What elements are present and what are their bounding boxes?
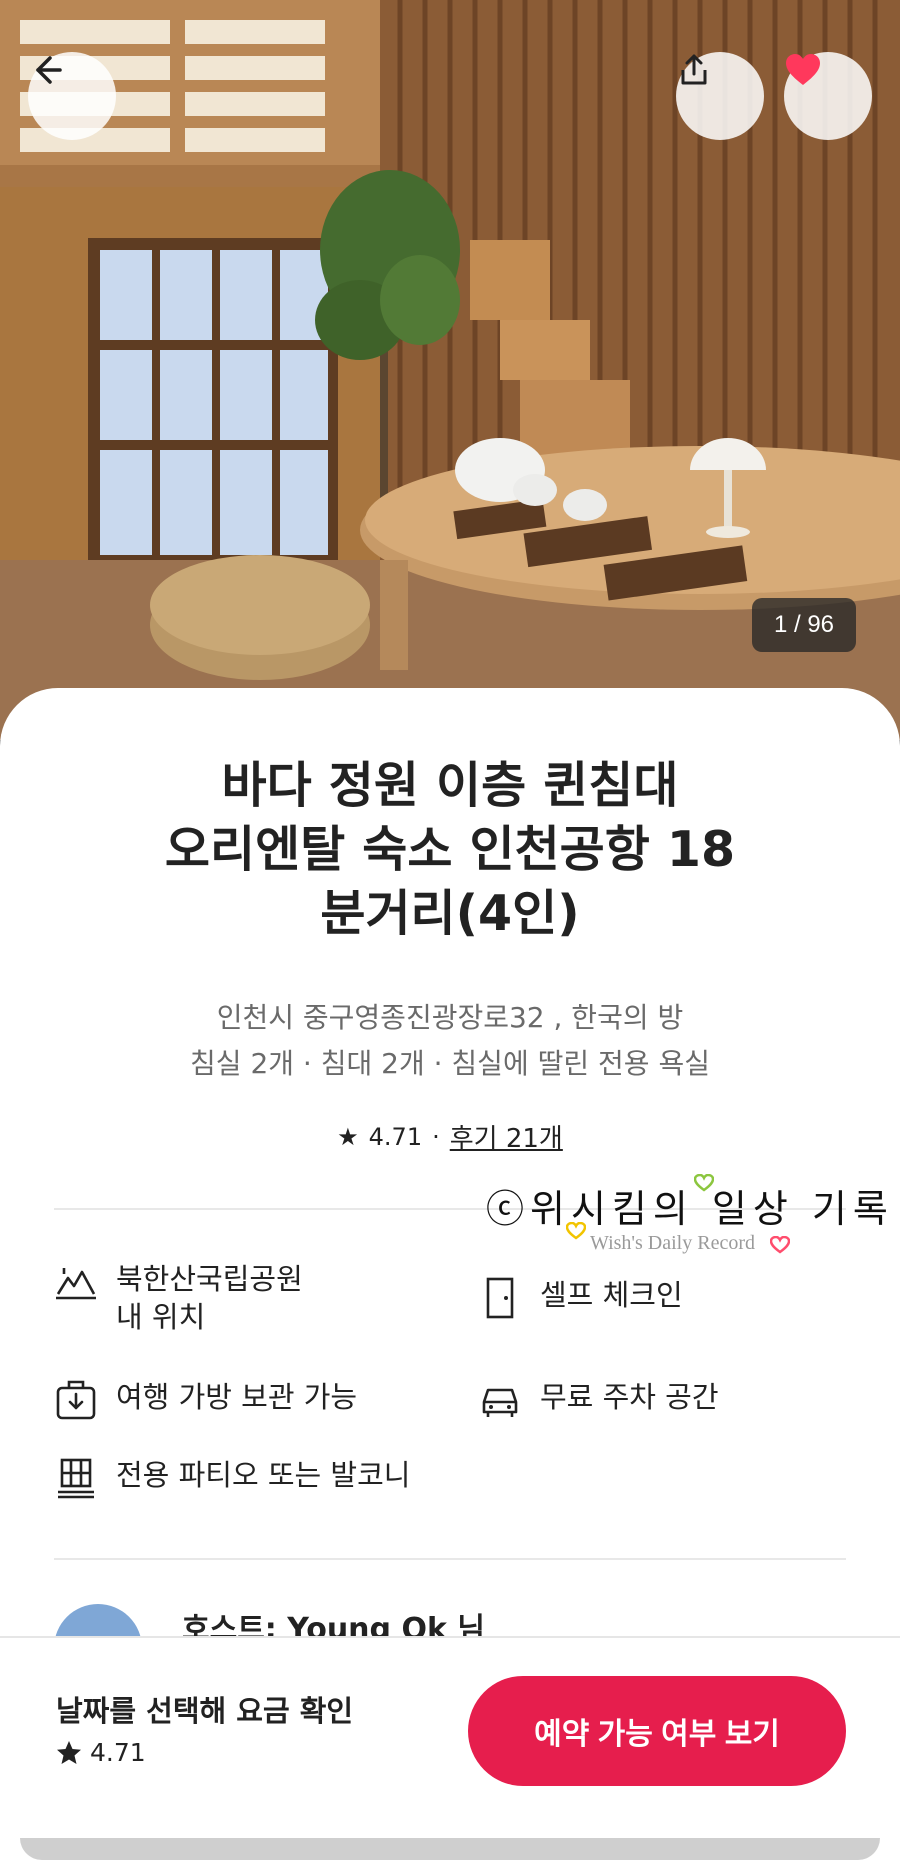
amenity-label: 전용 파티오 또는 발코니: [116, 1458, 411, 1492]
reviews-link[interactable]: 후기 21개: [450, 1118, 563, 1155]
luggage-icon: [56, 1380, 96, 1420]
amenity-patio: 전용 파티오 또는 발코니: [54, 1456, 410, 1500]
watermark: ⓒ위시킴의 일상 기록 Wish's Daily Record: [486, 1174, 888, 1268]
amenity-self-checkin: 셀프 체크인: [478, 1276, 683, 1320]
star-icon: ★: [337, 1122, 359, 1151]
share-icon: [681, 54, 707, 85]
share-button[interactable]: [676, 52, 764, 140]
watermark-text: ⓒ위시킴의 일상 기록: [486, 1187, 894, 1231]
back-button[interactable]: [28, 52, 116, 140]
car-icon: [482, 1388, 518, 1417]
favorite-button[interactable]: [784, 52, 872, 140]
title-line: 오리엔탈 숙소 인천공항 18: [164, 821, 736, 878]
price-label[interactable]: 날짜를 선택해 요금 확인: [56, 1688, 353, 1730]
rating-separator: ·: [432, 1122, 440, 1151]
bottom-rating: 4.71: [56, 1738, 146, 1767]
amenity-luggage: 여행 가방 보관 가능: [54, 1378, 357, 1422]
patio-icon: [58, 1458, 94, 1499]
amenity-label: 북한산국립공원: [116, 1262, 303, 1296]
heart-icon: [566, 1222, 586, 1240]
bottom-booking-bar: 날짜를 선택해 요금 확인 4.71 예약 가능 여부 보기: [0, 1636, 900, 1860]
divider: [54, 1558, 846, 1560]
amenity-label: 여행 가방 보관 가능: [116, 1380, 358, 1414]
amenity-label: 무료 주차 공간: [540, 1380, 719, 1414]
heart-icon: [786, 54, 820, 85]
listing-photo[interactable]: 1 / 96: [0, 0, 900, 740]
home-indicator: [20, 1838, 880, 1860]
mountain-icon: [56, 1268, 96, 1300]
listing-rooms: 침실 2개 · 침대 2개 · 침실에 딸린 전용 욕실: [190, 1047, 710, 1080]
rating-value: 4.71: [90, 1738, 146, 1767]
rating-row: ★ 4.71 · 후기 21개: [0, 1118, 900, 1155]
rating-value: 4.71: [368, 1122, 423, 1151]
listing-title: 바다 정원 이층 퀸침대 오리엔탈 숙소 인천공항 18 분거리(4인): [70, 754, 830, 946]
heart-icon: [694, 1174, 714, 1192]
watermark-subtext: Wish's Daily Record: [590, 1232, 755, 1254]
amenity-sublabel: 내 위치: [116, 1300, 206, 1334]
star-icon: [57, 1740, 81, 1764]
amenity-nearby-park: 북한산국립공원 내 위치: [54, 1260, 303, 1336]
heart-icon: [770, 1236, 790, 1254]
amenity-label: 셀프 체크인: [540, 1278, 683, 1312]
door-icon: [486, 1277, 514, 1319]
check-availability-button[interactable]: 예약 가능 여부 보기: [468, 1676, 846, 1786]
title-line: 분거리(4인): [320, 885, 580, 942]
listing-location: 인천시 중구영종진광장로32 , 한국의 방: [216, 1001, 684, 1034]
title-line: 바다 정원 이층 퀸침대: [221, 757, 679, 814]
amenity-parking: 무료 주차 공간: [478, 1378, 719, 1422]
arrow-left-icon: [36, 56, 62, 84]
photo-counter: 1 / 96: [752, 598, 856, 652]
